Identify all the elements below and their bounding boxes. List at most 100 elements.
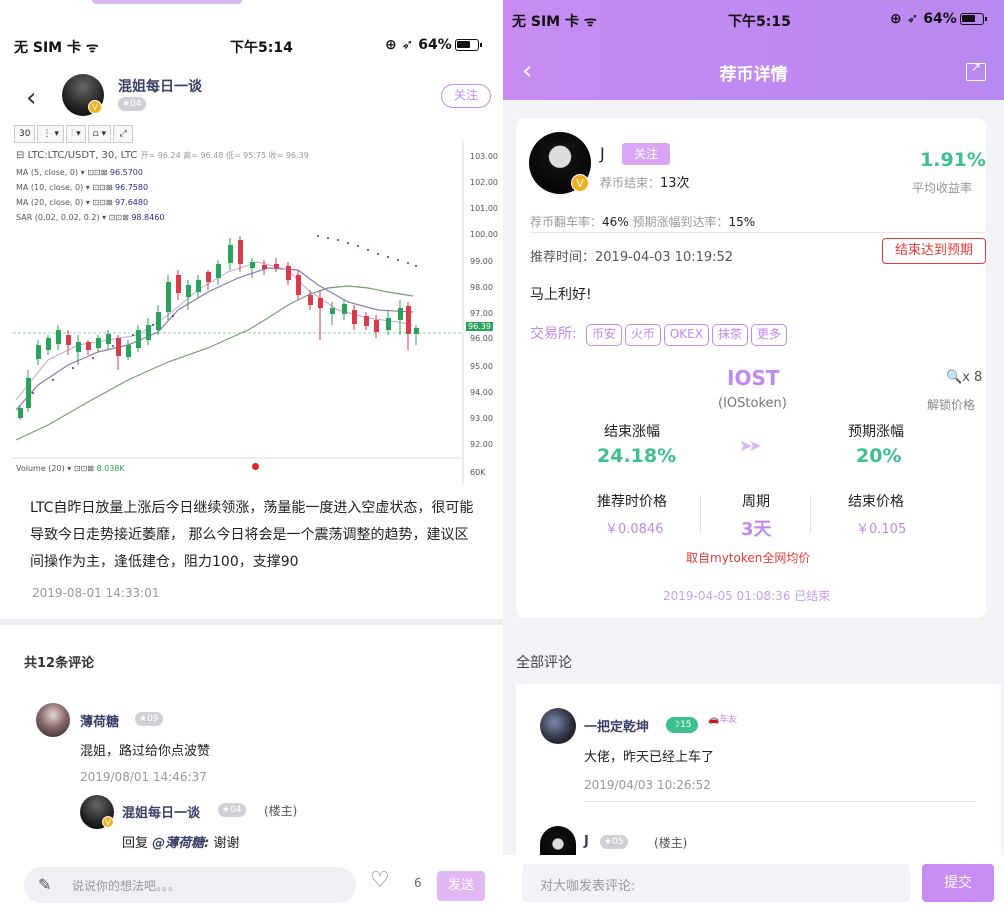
commenter-name[interactable]: 薄荷糖 xyxy=(80,711,119,730)
back-chevron-icon[interactable]: ‹ xyxy=(26,83,36,113)
price-tick: 93.00 xyxy=(470,414,493,423)
chart-toolbar: 30 ⋮ ▾ ⫶ ▾ ⩍ ▾ ⤢ xyxy=(14,121,135,143)
price-source: 取自mytoken全网均价 xyxy=(686,551,811,565)
recommender-name[interactable]: J xyxy=(600,144,605,163)
expected-gain-label: 预期涨幅 xyxy=(848,424,904,440)
follow-button[interactable]: 关注 xyxy=(441,84,491,108)
price-tick: 95.00 xyxy=(470,362,493,371)
share-icon[interactable] xyxy=(966,60,986,81)
candlestick-plot xyxy=(13,140,464,485)
flip-rate-row: 荐币翻车率：46% 预期涨幅到达率：15% xyxy=(530,215,756,229)
reply-avatar[interactable] xyxy=(540,826,576,856)
clock-label: 下午5:15 xyxy=(728,14,791,30)
carrier-label: 无 SIM 卡 ᯤ xyxy=(14,40,99,56)
recommend-time: 推荐时间：2019-04-03 10:19:52 xyxy=(530,250,734,265)
wifi-icon: ᯤ xyxy=(583,14,597,30)
commenter-name[interactable]: 一把定乾坤 xyxy=(584,716,649,735)
section-divider xyxy=(0,619,503,625)
rec-price-value: ￥0.0846 xyxy=(605,522,664,537)
commenter-avatar[interactable] xyxy=(36,703,70,737)
reply-level-badge: ★04 xyxy=(218,803,246,817)
wifi-icon: ᯤ xyxy=(85,40,99,56)
send-button[interactable]: 发送 xyxy=(437,871,485,901)
comment-input-right[interactable]: 对大咖发表评论: xyxy=(522,864,910,902)
clock-label: 下午5:14 xyxy=(230,40,293,56)
separator xyxy=(700,495,701,533)
exchange-huobi[interactable]: 火币 xyxy=(624,324,661,346)
battery-icon xyxy=(959,13,987,25)
price-tick: 98.00 xyxy=(470,283,493,292)
end-gain-value: 24.18% xyxy=(597,445,677,467)
rec-price-label: 推荐时价格 xyxy=(597,494,667,510)
price-tick: 99.00 xyxy=(470,257,493,266)
mention-link[interactable]: @薄荷糖: xyxy=(152,836,209,851)
location-icon: ➶ xyxy=(906,11,919,27)
key-icon: 🔍 xyxy=(946,370,963,385)
separator xyxy=(810,495,811,533)
price-tick: 103.00 xyxy=(470,152,498,161)
reply-text: 回复 @薄荷糖: 谢谢 xyxy=(122,836,240,851)
end-gain-label: 结束涨幅 xyxy=(604,424,660,440)
comment-time: 2019/04/03 10:26:52 xyxy=(584,778,711,792)
comments-count: 共12条评论 xyxy=(24,656,95,671)
unlock-price-label[interactable]: 解锁价格 xyxy=(927,396,975,413)
price-tick: 96.00 xyxy=(470,334,493,343)
divider xyxy=(530,232,986,233)
volume-axis-label: 60K xyxy=(470,468,486,477)
price-tick: 100.00 xyxy=(470,230,498,239)
comment-time: 2019/08/01 14:46:37 xyxy=(80,770,207,784)
location-icon: ➶ xyxy=(401,37,414,53)
exchange-mxc[interactable]: 抹茶 xyxy=(711,324,748,346)
lock-rotation-icon: ⊕ xyxy=(890,11,902,27)
chart-pager-dot xyxy=(252,463,259,470)
end-price-value: ￥0.105 xyxy=(856,522,907,537)
coin-full-name: (IOStoken) xyxy=(718,396,787,411)
recommend-content: 马上利好! xyxy=(530,287,592,303)
pen-icon: ✎ xyxy=(38,875,52,894)
price-tick: 102.00 xyxy=(470,178,498,187)
exchange-row: 交易所: 币安 火币 OKEX 抹茶 更多 xyxy=(530,323,790,346)
battery-indicator: ⊕ ➶ 64% xyxy=(385,37,482,53)
current-price-label: 96.39 xyxy=(466,322,493,331)
exchange-binance[interactable]: 币安 xyxy=(585,324,622,346)
commenter-level-badge: ★09 xyxy=(135,712,163,726)
volume-legend: Volume (20) ▾ ⊡⊡⊠ 8.038K xyxy=(16,464,125,473)
comment-input-left[interactable]: ✎ 说说你的想法吧。。。 xyxy=(24,867,356,903)
car-fan-badge-icon: 🚗车友 xyxy=(708,715,738,725)
like-count: 6 xyxy=(414,876,422,890)
price-tick: 97.00 xyxy=(470,309,493,318)
end-time: 2019-04-05 01:08:36 已结束 xyxy=(663,589,831,603)
result-status-tag: 结束达到预期 xyxy=(882,238,986,264)
divider xyxy=(584,801,976,802)
exchange-more[interactable]: 更多 xyxy=(750,324,787,346)
expected-gain-value: 20% xyxy=(856,445,902,467)
recommend-count: 荐币结束：13次 xyxy=(600,176,690,191)
reply-level-badge: ★05 xyxy=(600,835,628,849)
verified-badge-icon: V xyxy=(102,816,114,828)
submit-button[interactable]: 提交 xyxy=(922,864,994,902)
exchange-okex[interactable]: OKEX xyxy=(663,324,709,346)
lock-rotation-icon: ⊕ xyxy=(385,37,397,53)
arrow-icon: ➤➤ xyxy=(739,436,762,455)
period-value: 3天 xyxy=(741,519,772,540)
reply-author-name[interactable]: 混姐每日一谈 xyxy=(122,802,200,821)
reply-author-name[interactable]: J xyxy=(584,834,589,849)
commenter-avatar[interactable] xyxy=(540,708,576,744)
comment-text: 混姐，路过给你点波赞 xyxy=(80,744,211,759)
comment-text: 大佬，昨天已经上车了 xyxy=(584,750,715,765)
end-price-label: 结束价格 xyxy=(848,494,904,510)
all-comments-title: 全部评论 xyxy=(516,655,572,671)
price-tick: 94.00 xyxy=(470,388,493,397)
page-title: 荐币详情 xyxy=(719,65,788,85)
post-body: LTC自昨日放量上涨后今日继续领涨，荡量能一度进入空虚状态，很可能导致今日走势接… xyxy=(30,500,474,570)
unlock-count[interactable]: 🔍x 8 xyxy=(946,370,982,385)
verified-badge-icon: V xyxy=(571,174,589,192)
follow-button[interactable]: 关注 xyxy=(622,143,670,165)
post-time: 2019-08-01 14:33:01 xyxy=(32,586,160,600)
like-heart-icon[interactable]: ♡ xyxy=(370,868,390,893)
status-bar-left: 无 SIM 卡 ᯤ 下午5:14 ⊕ ➶ 64% xyxy=(0,0,503,56)
author-name[interactable]: 混姐每日一谈 xyxy=(118,76,202,96)
carrier-label: 无 SIM 卡 ᯤ xyxy=(512,14,597,30)
avg-return-value: 1.91% xyxy=(920,149,986,171)
price-tick: 101.00 xyxy=(470,204,498,213)
